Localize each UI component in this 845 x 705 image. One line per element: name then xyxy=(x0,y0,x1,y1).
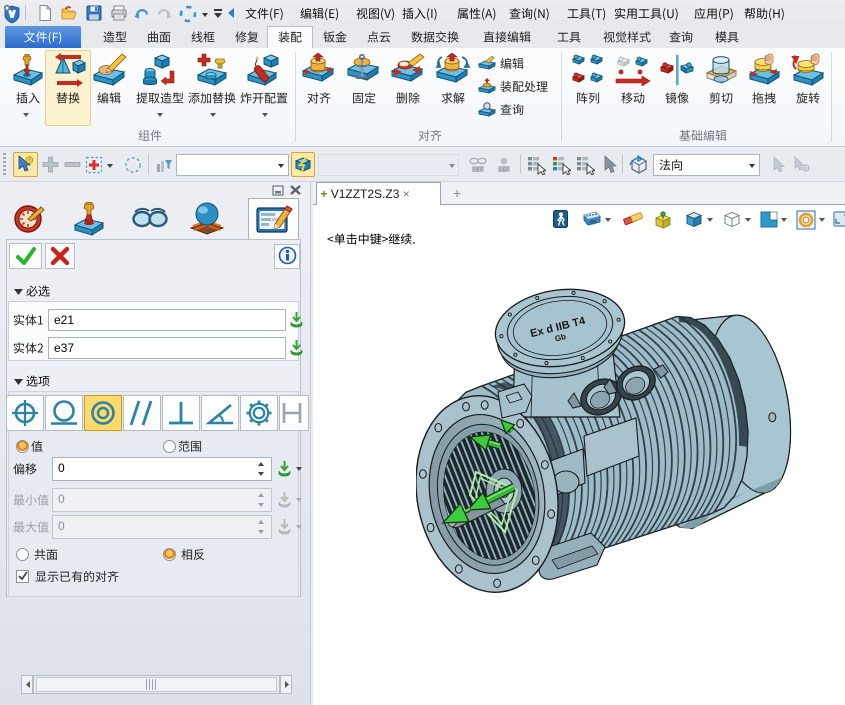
svg-text:DEF: DEF xyxy=(499,168,509,174)
svg-text:?: ? xyxy=(28,159,31,165)
svg-text:DEF: DEF xyxy=(473,168,483,174)
